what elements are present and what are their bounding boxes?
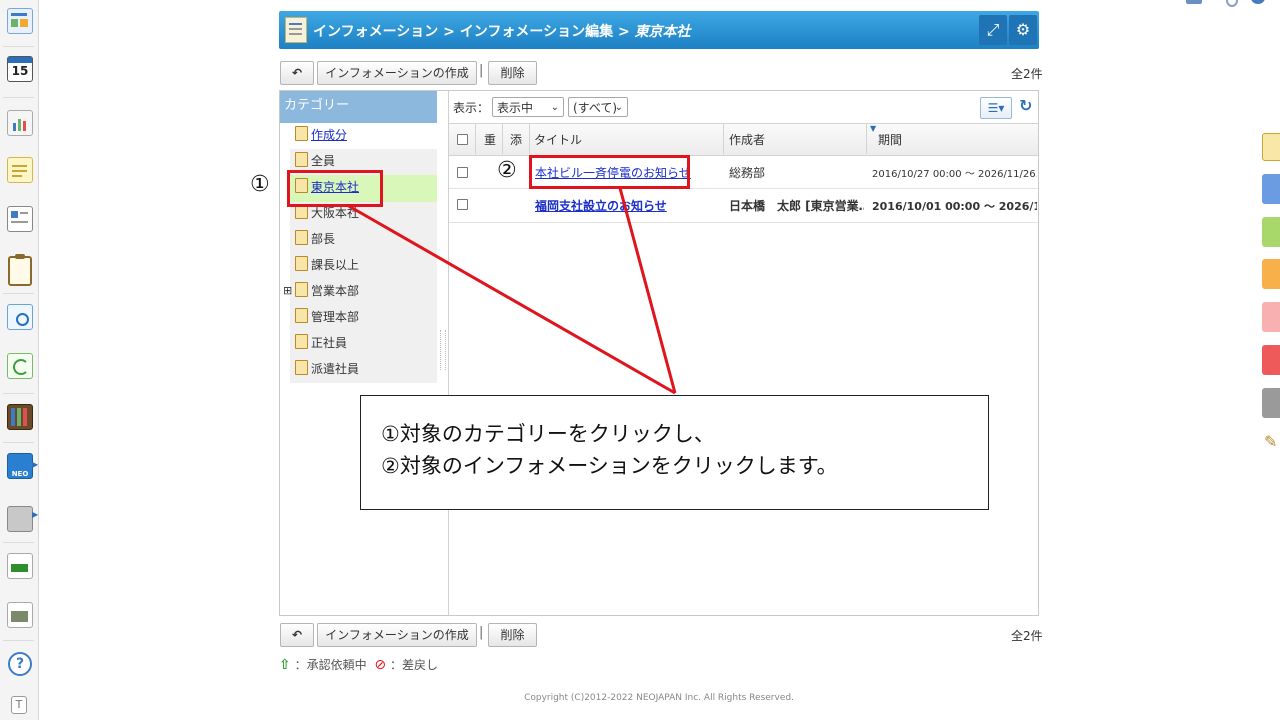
annotation-marker-2: ② xyxy=(497,158,517,183)
annotation-box-title xyxy=(529,155,690,189)
annotation-marker-1: ① xyxy=(250,172,270,197)
annotation-line-2 xyxy=(618,187,677,394)
annotation-box-category xyxy=(287,170,383,207)
annotation-line-1 xyxy=(346,203,676,395)
annotation-line-text-2: ②対象のインフォメーションをクリックします。 xyxy=(381,454,838,478)
annotation-lines xyxy=(346,187,677,395)
annotation-note: ①対象のカテゴリーをクリックし、 ②対象のインフォメーションをクリックします。 xyxy=(360,395,989,510)
annotation-line-text-1: ①対象のカテゴリーをクリックし、 xyxy=(381,422,715,446)
